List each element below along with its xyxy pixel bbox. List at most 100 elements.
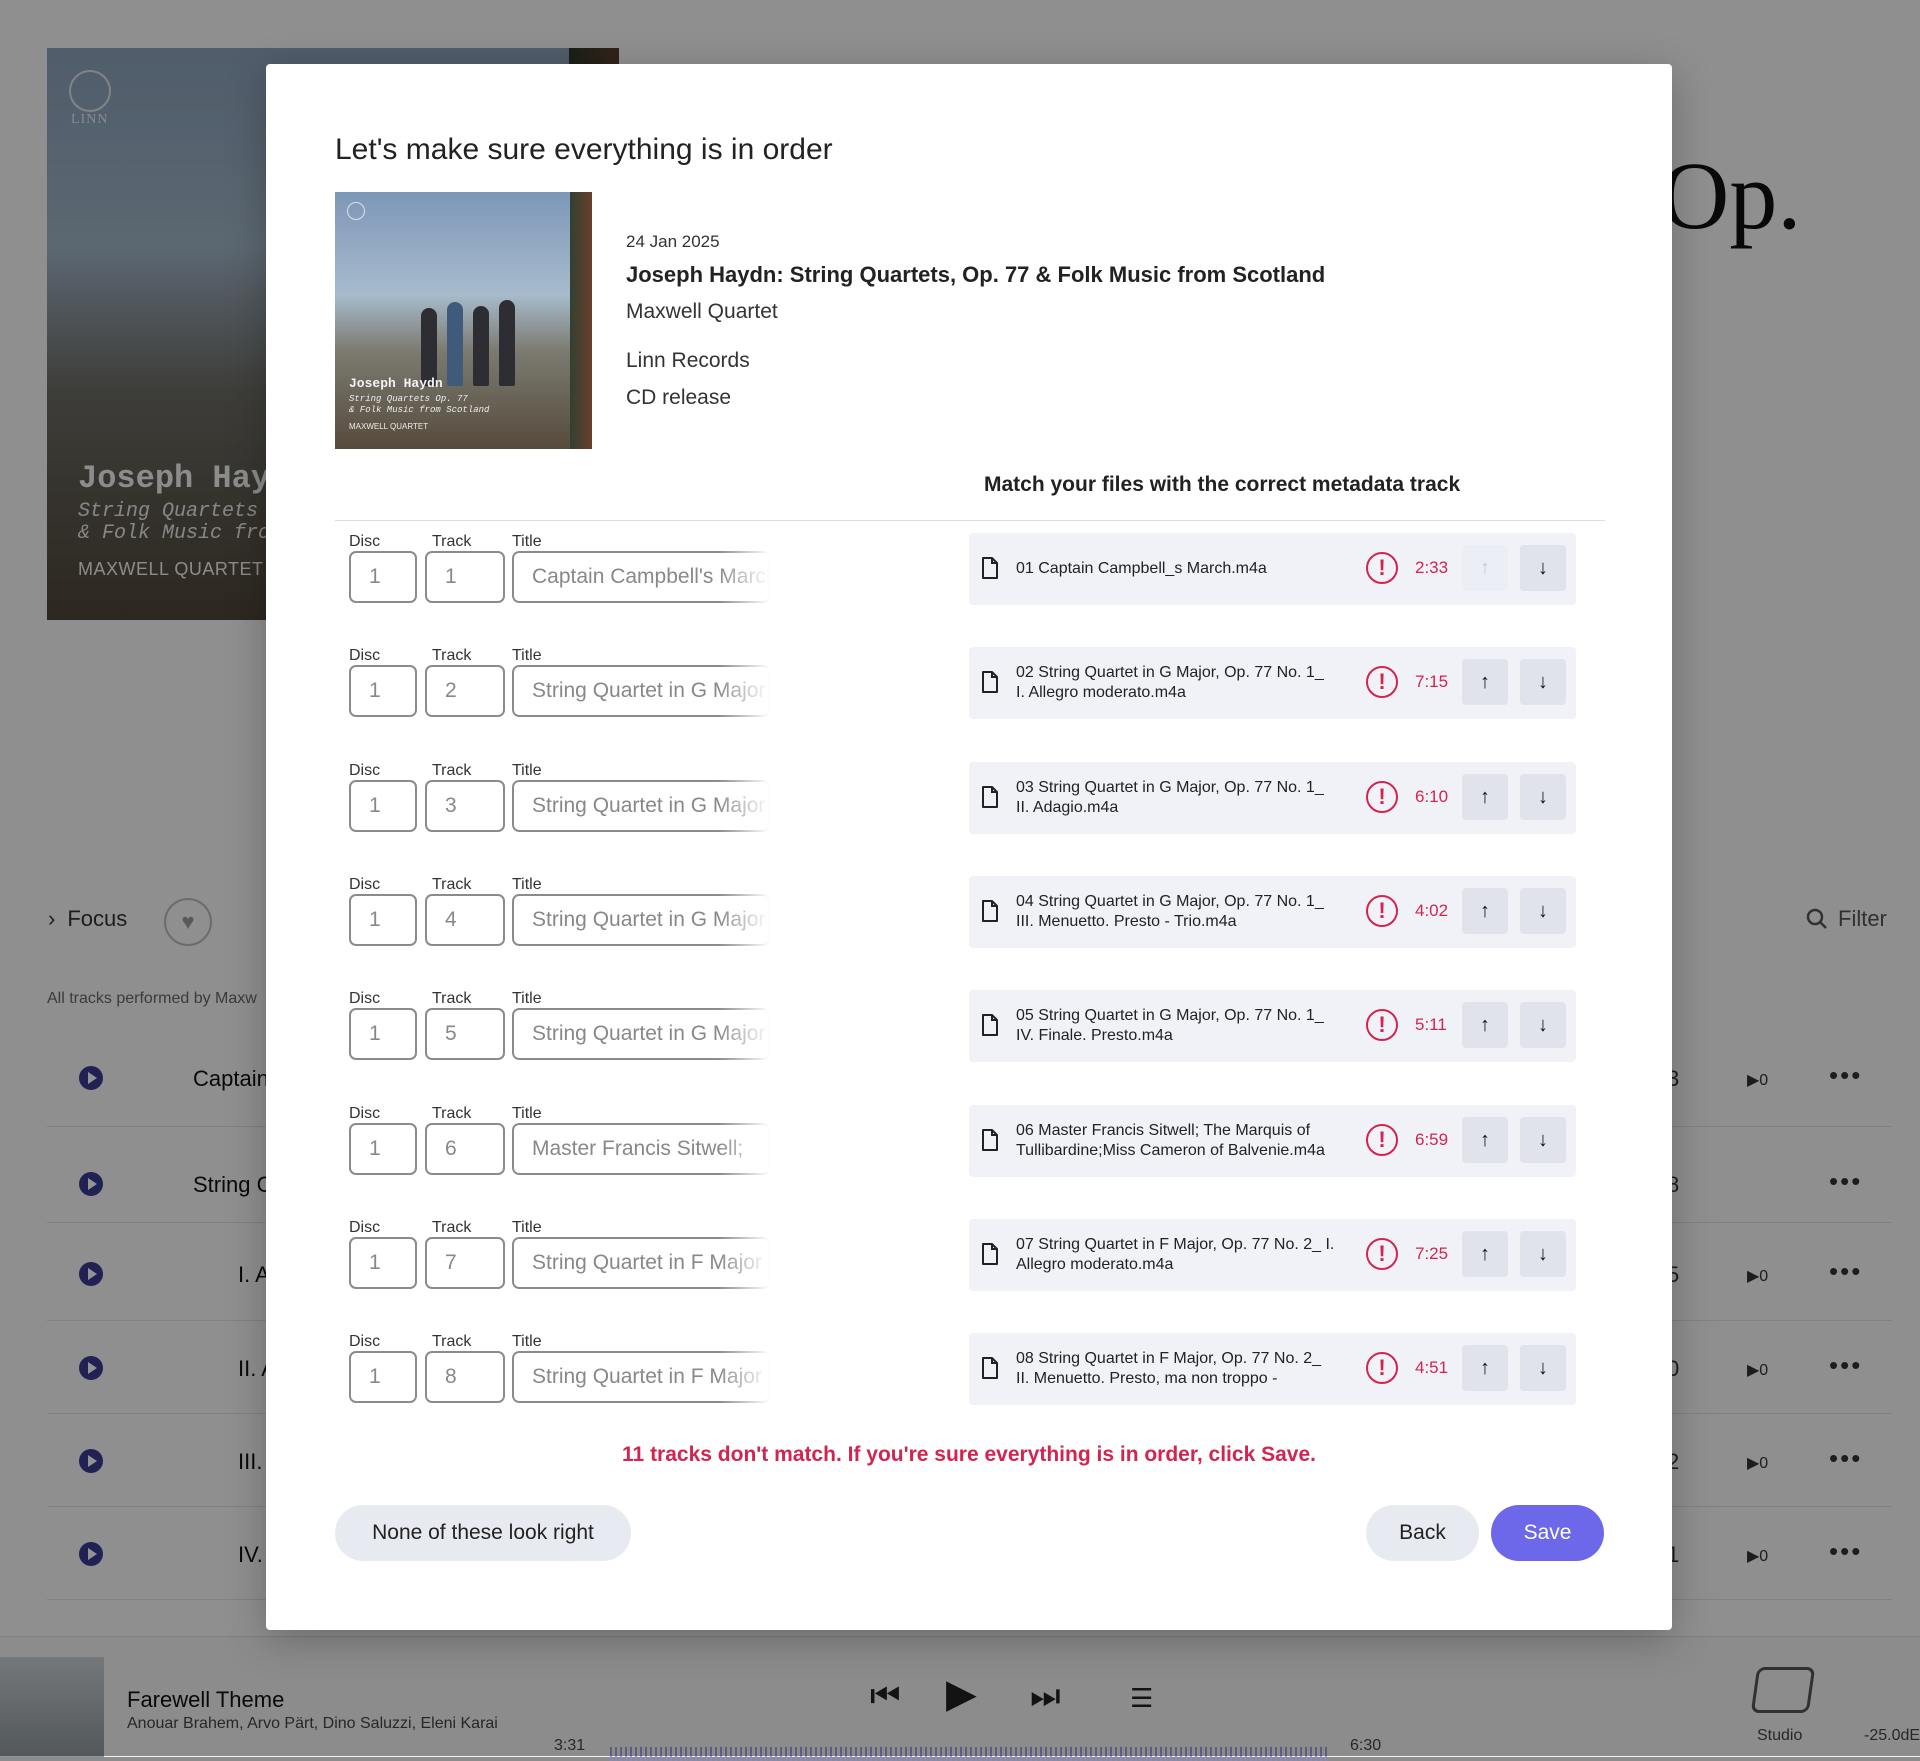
track-match-row: Disc Track Title 1 2 String Quartet in G Majo… [266,647,1672,761]
title-input[interactable]: Master Francis Sitwell; [512,1123,770,1175]
arrow-down-icon: ↓ [1538,786,1548,808]
save-button[interactable]: Save [1491,1505,1604,1561]
move-up-button[interactable]: ↑ [1462,774,1508,820]
title-input[interactable]: String Quartet in G Major [512,894,770,946]
file-name: 06 Master Francis Sitwell; The Marquis o… [1016,1105,1356,1177]
track-input[interactable]: 3 [425,780,505,832]
disc-label: Disc [349,533,381,550]
file-duration: 6:59 [1415,1130,1449,1149]
move-down-button[interactable]: ↓ [1520,545,1566,591]
arrow-up-icon: ↑ [1480,671,1490,693]
move-down-button[interactable]: ↓ [1520,774,1566,820]
move-up-button[interactable]: ↑ [1462,1117,1508,1163]
track-label: Track [432,762,472,779]
file-duration: 6:10 [1415,787,1449,806]
move-down-button[interactable]: ↓ [1520,1231,1566,1277]
track-label: Track [432,1105,472,1122]
title-input[interactable]: String Quartet in G Major [512,780,770,832]
file-icon [981,1357,999,1379]
disc-input[interactable]: 1 [349,894,417,946]
file-duration: 4:02 [1415,901,1449,920]
file-icon [981,900,999,922]
title-input[interactable]: String Quartet in G Major [512,665,770,717]
back-button[interactable]: Back [1366,1505,1479,1561]
track-match-row: Disc Track Title 1 3 String Quartet in G Majo… [266,762,1672,876]
arrow-up-icon: ↑ [1480,557,1490,579]
file-name-line: I. Allegro moderato.m4a [1016,684,1186,701]
file-item: 08 String Quartet in F Major, Op. 77 No.… [969,1333,1576,1405]
disc-input[interactable]: 1 [349,1123,417,1175]
disc-label: Disc [349,647,381,664]
move-up-button[interactable]: ↑ [1462,1345,1508,1391]
disc-input[interactable]: 1 [349,1008,417,1060]
move-up-button[interactable]: ↑ [1462,1002,1508,1048]
disc-label: Disc [349,762,381,779]
disc-input[interactable]: 1 [349,1237,417,1289]
title-input[interactable]: Captain Campbell's March [512,551,770,603]
cover-subtitle: String Quartets Op. 77 [349,394,468,404]
warning-icon: ! [1366,666,1398,698]
file-name: 02 String Quartet in G Major, Op. 77 No.… [1016,647,1356,719]
track-input[interactable]: 8 [425,1351,505,1403]
move-up-button[interactable]: ↑ [1462,659,1508,705]
file-icon [981,1129,999,1151]
file-item: 07 String Quartet in F Major, Op. 77 No.… [969,1219,1576,1291]
disc-label: Disc [349,1105,381,1122]
mismatch-warning: 11 tracks don't match. If you're sure ev… [622,1443,1316,1466]
warning-icon: ! [1366,781,1398,813]
title-input[interactable]: String Quartet in G Major [512,1008,770,1060]
arrow-down-icon: ↓ [1538,1129,1548,1151]
move-up-button[interactable]: ↑ [1462,545,1508,591]
track-input[interactable]: 1 [425,551,505,603]
arrow-up-icon: ↑ [1480,1014,1490,1036]
track-input[interactable]: 7 [425,1237,505,1289]
warning-icon: ! [1366,1238,1398,1270]
file-icon [981,1014,999,1036]
title-input[interactable]: String Quartet in F Major [512,1351,770,1403]
title-label: Title [512,533,542,550]
file-name-line: 02 String Quartet in G Major, Op. 77 No.… [1016,664,1324,681]
match-heading: Match your files with the correct metada… [984,473,1461,496]
disc-label: Disc [349,1219,381,1236]
file-name-line: III. Menuetto. Presto - Trio.m4a [1016,913,1237,930]
warning-icon: ! [1366,1124,1398,1156]
move-up-button[interactable]: ↑ [1462,1231,1508,1277]
arrow-down-icon: ↓ [1538,1014,1548,1036]
track-label: Track [432,876,472,893]
track-label: Track [432,1333,472,1350]
warning-icon: ! [1366,1009,1398,1041]
file-name-line: 08 String Quartet in F Major, Op. 77 No.… [1016,1350,1322,1367]
file-name: 03 String Quartet in G Major, Op. 77 No.… [1016,762,1356,834]
none-look-right-button[interactable]: None of these look right [335,1505,631,1561]
arrow-up-icon: ↑ [1480,900,1490,922]
file-name-line: 06 Master Francis Sitwell; The Marquis o… [1016,1122,1311,1139]
title-input[interactable]: String Quartet in F Major [512,1237,770,1289]
track-input[interactable]: 4 [425,894,505,946]
file-duration: 4:51 [1415,1358,1449,1377]
file-name: 07 String Quartet in F Major, Op. 77 No.… [1016,1219,1356,1291]
move-up-button[interactable]: ↑ [1462,888,1508,934]
disc-input[interactable]: 1 [349,780,417,832]
disc-input[interactable]: 1 [349,551,417,603]
track-input[interactable]: 2 [425,665,505,717]
move-down-button[interactable]: ↓ [1520,1345,1566,1391]
move-down-button[interactable]: ↓ [1520,659,1566,705]
file-duration: 5:11 [1415,1015,1447,1034]
move-down-button[interactable]: ↓ [1520,1002,1566,1048]
file-item: 04 String Quartet in G Major, Op. 77 No.… [969,876,1576,948]
cover-title: Joseph Haydn [349,376,443,391]
release-date: 24 Jan 2025 [626,232,720,251]
disc-input[interactable]: 1 [349,665,417,717]
move-down-button[interactable]: ↓ [1520,1117,1566,1163]
file-icon [981,1243,999,1265]
title-label: Title [512,990,542,1007]
track-input[interactable]: 6 [425,1123,505,1175]
album-artwork: Joseph Haydn String Quartets Op. 77 & Fo… [335,192,592,449]
dialog-title: Let's make sure everything is in order [335,133,833,166]
disc-input[interactable]: 1 [349,1351,417,1403]
move-down-button[interactable]: ↓ [1520,888,1566,934]
track-label: Track [432,1219,472,1236]
track-input[interactable]: 5 [425,1008,505,1060]
cover-artist: MAXWELL QUARTET [349,422,429,431]
track-label: Track [432,647,472,664]
